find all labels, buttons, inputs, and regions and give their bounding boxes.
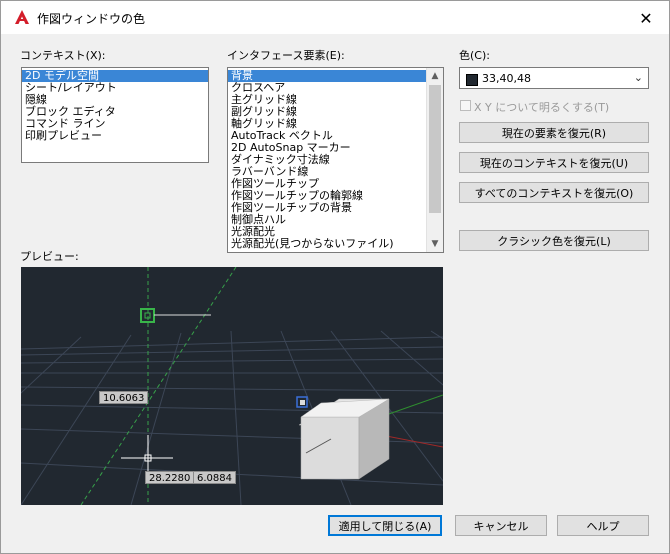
- help-button[interactable]: ヘルプ: [557, 515, 649, 536]
- context-listbox[interactable]: 2D モデル空間 シート/レイアウト 隠線 ブロック エディタ コマンド ライン 印刷プレ…: [21, 67, 209, 163]
- scroll-down-icon[interactable]: ▼: [427, 236, 443, 252]
- list-item[interactable]: 印刷プレビュー: [22, 130, 208, 142]
- scroll-thumb[interactable]: [429, 85, 441, 213]
- autocad-app-icon: [15, 10, 29, 24]
- interface-element-items: 背景 クロスヘア 主グリッド線 副グリッド線 軸グリッド線 AutoTrack ベクトル 2…: [228, 70, 426, 250]
- tracking-vector-diagonal: [80, 267, 237, 505]
- preview-canvas: [21, 267, 443, 505]
- restore-current-element-button[interactable]: 現在の要素を復元(R): [459, 122, 649, 143]
- dimension-tooltip: 10.6063: [99, 391, 149, 404]
- cancel-button[interactable]: キャンセル: [455, 515, 547, 536]
- apply-and-close-button[interactable]: 適用して閉じる(A): [328, 515, 442, 536]
- preview-label: プレビュー:: [20, 250, 79, 263]
- window-title: 作図ウィンドウの色: [37, 12, 146, 26]
- close-button[interactable]: ✕: [633, 7, 659, 29]
- context-label: コンテキスト(X):: [20, 49, 106, 62]
- xy-tint-label: X Y について明るくする(T): [474, 101, 610, 114]
- chevron-down-icon: ⌄: [633, 71, 643, 84]
- color-dialog: 作図ウィンドウの色 ✕ コンテキスト(X): 2D モデル空間 シート/レイアウト…: [0, 0, 670, 554]
- color-swatch: [466, 74, 478, 86]
- list-item[interactable]: シート/レイアウト: [22, 82, 208, 94]
- close-icon: ✕: [639, 8, 653, 28]
- interface-element-listbox[interactable]: 背景 クロスヘア 主グリッド線 副グリッド線 軸グリッド線 AutoTrack ベクトル 2…: [227, 67, 444, 253]
- preview-panel: 10.6063 28.2280 6.0884: [21, 267, 443, 505]
- preview-cube: [298, 398, 390, 480]
- restore-classic-colors-button[interactable]: クラシック色を復元(L): [459, 230, 649, 251]
- restore-current-context-button[interactable]: 現在のコンテキストを復元(U): [459, 152, 649, 173]
- scroll-up-icon[interactable]: ▲: [427, 68, 443, 84]
- interface-element-label: インタフェース要素(E):: [227, 49, 345, 62]
- color-label: 色(C):: [459, 49, 490, 62]
- list-item[interactable]: 光源配光(見つからないファイル): [228, 238, 426, 250]
- tooltip-x-value: 28.2280: [145, 471, 195, 484]
- tooltip-y-value: 6.0884: [193, 471, 236, 484]
- title-bar[interactable]: 作図ウィンドウの色 ✕: [1, 1, 669, 34]
- color-dropdown[interactable]: 33,40,48 ⌄: [459, 67, 649, 89]
- color-value: 33,40,48: [482, 72, 531, 85]
- interface-scrollbar[interactable]: ▲ ▼: [426, 68, 443, 252]
- xy-tint-checkbox[interactable]: [460, 100, 471, 111]
- restore-all-contexts-button[interactable]: すべてのコンテキストを復元(O): [459, 182, 649, 203]
